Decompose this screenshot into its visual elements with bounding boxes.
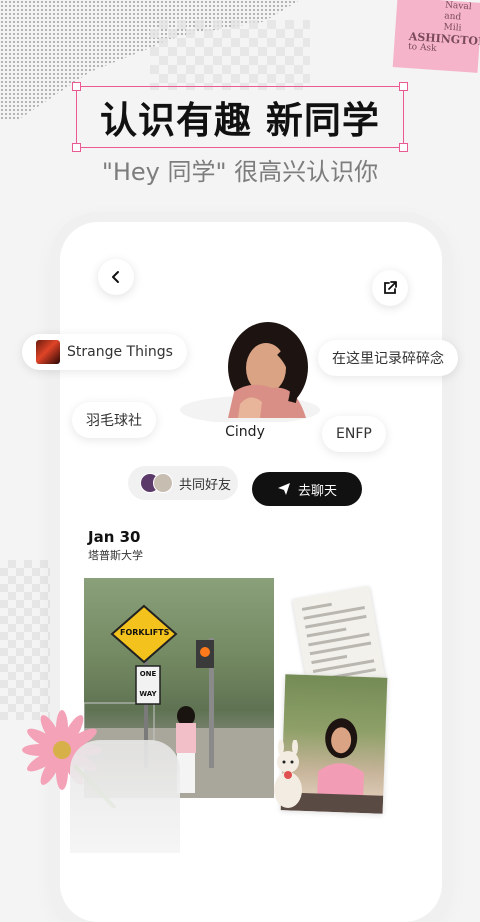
sign-one: ONE <box>139 670 157 678</box>
friend-avatar <box>153 473 173 493</box>
headline-frame: 认识有趣 新同学 <box>72 82 408 152</box>
tag-chip-club[interactable]: 羽毛球社 <box>72 402 156 438</box>
chat-button[interactable]: 去聊天 <box>252 472 362 506</box>
bunny-figurine-decoration <box>274 740 302 808</box>
show-thumbnail <box>36 340 60 364</box>
tag-chip-show[interactable]: Strange Things <box>22 334 187 370</box>
tag-label: 在这里记录碎碎念 <box>332 351 444 367</box>
sign-way: WAY <box>139 690 157 698</box>
share-icon <box>384 281 397 294</box>
profile-photo <box>180 322 320 422</box>
post-date: Jan 30 <box>88 528 141 546</box>
subtitle: "Hey 同学" 很高兴认识你 <box>101 158 379 186</box>
back-button[interactable] <box>98 259 134 295</box>
checker-decoration-left <box>0 560 60 720</box>
tag-label: 羽毛球社 <box>86 413 142 429</box>
checker-decoration <box>150 20 310 90</box>
sign-forklifts: FORKLIFTS <box>120 628 170 637</box>
profile-name: Cindy <box>225 424 265 440</box>
send-icon <box>277 483 290 495</box>
tag-label: Strange Things <box>67 344 173 360</box>
tag-chip-note[interactable]: 在这里记录碎碎念 <box>318 340 458 376</box>
tag-chip-mbti[interactable]: ENFP <box>322 416 386 452</box>
tag-label: ENFP <box>336 426 372 442</box>
mutual-friends-button[interactable]: 共同好友 <box>128 466 238 500</box>
chat-button-label: 去聊天 <box>297 483 337 499</box>
iced-drink-decoration <box>70 740 180 853</box>
post-location: 塔普斯大学 <box>88 549 143 562</box>
chevron-left-icon <box>112 271 119 283</box>
newspaper-clipping: Naval and Mili ASHINGTON to Ask <box>392 0 480 73</box>
share-button[interactable] <box>372 270 408 306</box>
headline: 认识有趣 新同学 <box>100 99 380 142</box>
mutual-friends-label: 共同好友 <box>179 477 232 493</box>
